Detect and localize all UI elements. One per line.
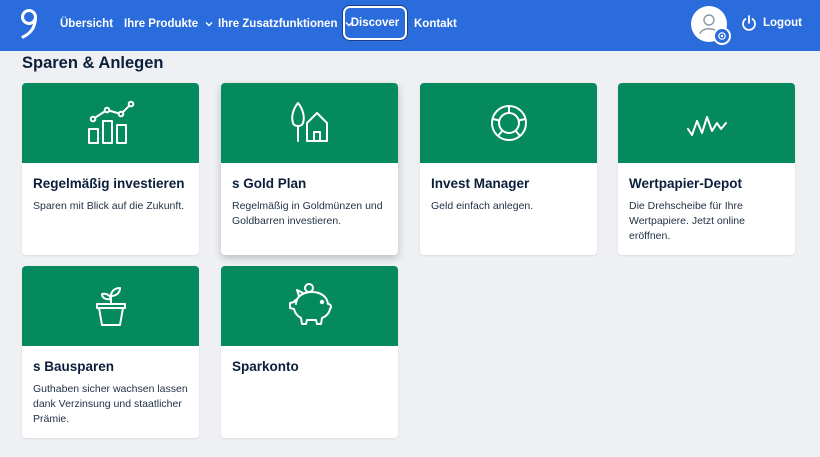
card-title: Wertpapier-Depot xyxy=(629,176,743,191)
card-banner xyxy=(22,266,199,346)
bar-chart-trend-icon xyxy=(88,100,135,144)
card-banner xyxy=(618,83,795,163)
card-banner xyxy=(221,83,398,163)
chevron-down-icon xyxy=(205,21,213,27)
card-title: s Gold Plan xyxy=(232,176,307,191)
piggy-bank-icon xyxy=(289,283,333,325)
brand-logo-icon[interactable] xyxy=(17,7,41,39)
card-banner xyxy=(22,83,199,163)
nav-ihre-zusatzfunktionen[interactable]: Ihre Zusatzfunktionen xyxy=(218,16,353,32)
card-title: Regelmäßig investieren xyxy=(33,176,185,191)
card-banner xyxy=(420,83,597,163)
nav-ihre-zusatzfunktionen-label: Ihre Zusatzfunktionen xyxy=(218,18,338,30)
card-description: Geld einfach anlegen. xyxy=(431,200,534,212)
zigzag-line-icon xyxy=(687,116,727,136)
card-s-bausparen[interactable]: s Bausparen Guthaben sicher wachsen lass… xyxy=(22,266,199,438)
card-s-gold-plan[interactable]: s Gold Plan Regelmäßig in Goldmünzen und… xyxy=(221,83,398,255)
card-description: Regelmäßig in Goldmünzen und Goldbarren … xyxy=(232,200,383,227)
card-description: Sparen mit Blick auf die Zukunft. xyxy=(33,200,185,212)
tree-house-icon xyxy=(291,102,328,142)
settings-badge-icon[interactable] xyxy=(713,27,731,45)
nav-ihre-produkte-label: Ihre Produkte xyxy=(124,18,199,30)
section-title: Sparen & Anlegen xyxy=(22,54,164,72)
nav-ihre-produkte[interactable]: Ihre Produkte xyxy=(124,16,213,32)
card-banner xyxy=(221,266,398,346)
card-title: Invest Manager xyxy=(431,176,530,191)
card-sparkonto[interactable]: Sparkonto xyxy=(221,266,398,438)
card-invest-manager[interactable]: Invest Manager Geld einfach anlegen. xyxy=(420,83,597,255)
logout-label: Logout xyxy=(763,17,802,29)
nav-discover[interactable]: Discover xyxy=(343,6,407,40)
card-description: Die Drehscheibe für Ihre Wertpapiere. Je… xyxy=(629,200,745,242)
card-title: Sparkonto xyxy=(232,359,299,374)
nav-uebersicht[interactable]: Übersicht xyxy=(60,16,113,32)
nav-kontakt[interactable]: Kontakt xyxy=(414,16,457,32)
plant-pot-icon xyxy=(96,287,126,326)
card-wertpapier-depot[interactable]: Wertpapier-Depot Die Drehscheibe für Ihr… xyxy=(618,83,795,255)
donut-ring-icon xyxy=(491,105,527,141)
card-description: Guthaben sicher wachsen lassen dank Verz… xyxy=(33,383,188,425)
top-navigation-bar: Übersicht Ihre Produkte Ihre Zusatzfunkt… xyxy=(0,0,820,51)
card-title: s Bausparen xyxy=(33,359,115,374)
card-regelmaessig-investieren[interactable]: Regelmäßig investieren Sparen mit Blick … xyxy=(22,83,199,255)
power-icon xyxy=(742,15,756,31)
